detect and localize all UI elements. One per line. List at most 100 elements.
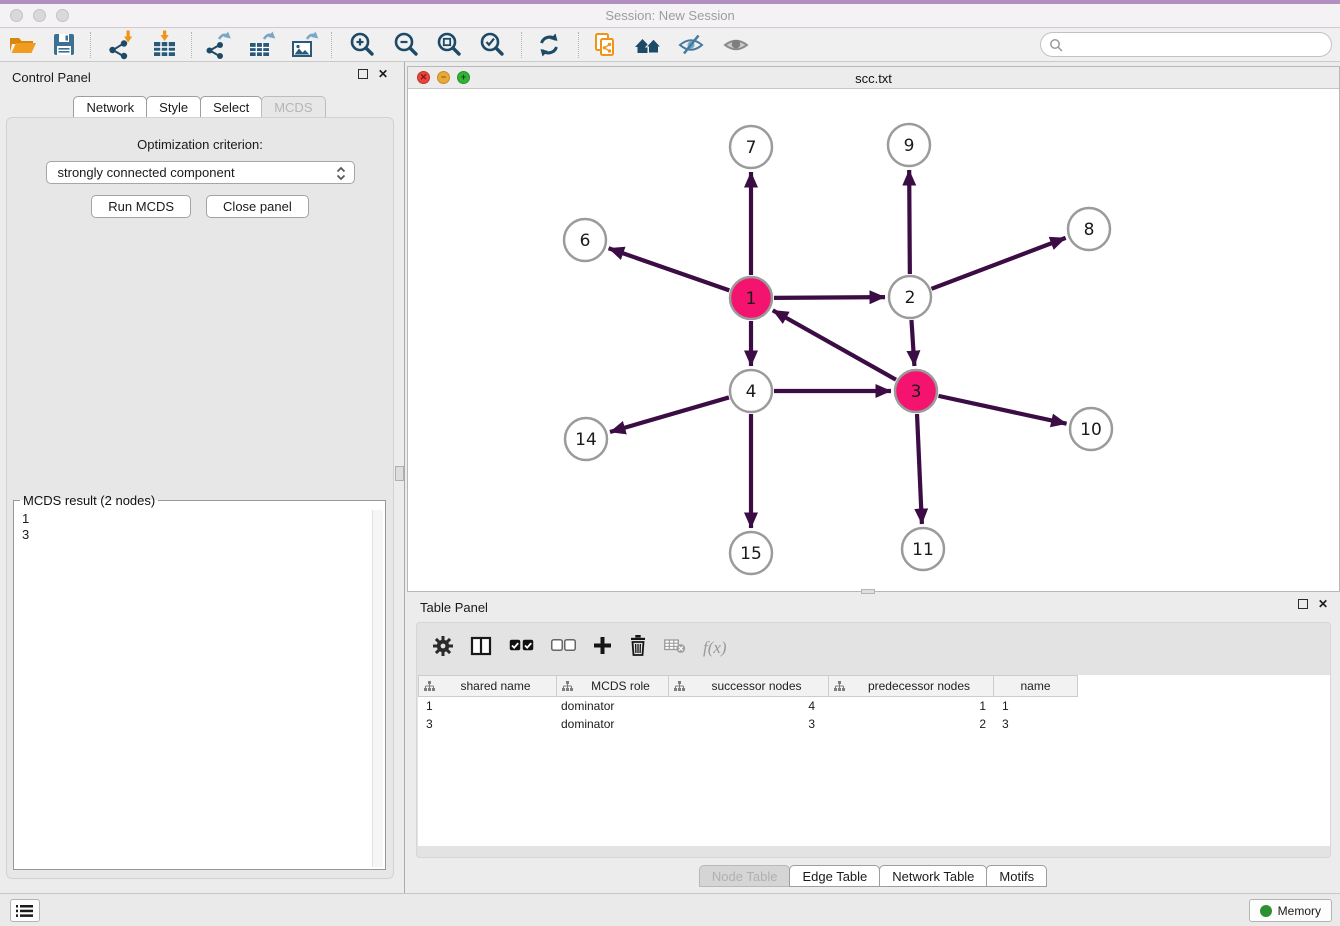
unselect-all-columns-icon[interactable] — [551, 639, 576, 657]
graph-edge-2-8[interactable] — [932, 238, 1066, 289]
float-panel-icon[interactable] — [358, 69, 368, 79]
optimization-criterion-label: Optimization criterion: — [7, 118, 393, 152]
table-settings-gear-icon[interactable] — [433, 636, 453, 661]
column-header-shared-name[interactable]: shared name — [418, 675, 557, 697]
vertical-splitter[interactable] — [404, 62, 405, 893]
cell-successor-nodes[interactable]: 3 — [669, 717, 829, 733]
graph-node-label-14: 14 — [575, 430, 597, 450]
memory-status-icon — [1260, 905, 1272, 917]
app-title: Session: New Session — [0, 8, 1340, 23]
table-row[interactable]: 1 dominator 4 1 1 — [418, 699, 1330, 715]
vertical-splitter-grip[interactable] — [395, 466, 404, 481]
cell-shared-name[interactable]: 3 — [418, 717, 557, 733]
main-toolbar — [0, 28, 1340, 62]
cell-predecessor-nodes[interactable]: 2 — [829, 717, 994, 733]
export-image-icon[interactable] — [288, 30, 322, 60]
open-file-icon[interactable] — [5, 30, 39, 60]
import-network-icon[interactable] — [103, 30, 137, 60]
show-column-panel-icon[interactable] — [470, 636, 492, 661]
tab-style[interactable]: Style — [146, 96, 201, 118]
tab-network-table[interactable]: Network Table — [879, 865, 987, 887]
graph-edge-2-3[interactable] — [911, 320, 914, 366]
control-panel: Control Panel ✕ Network Style Select MCD… — [0, 62, 400, 893]
tab-motifs[interactable]: Motifs — [986, 865, 1047, 887]
mcds-result-title: MCDS result (2 nodes) — [20, 493, 158, 508]
import-table-icon[interactable] — [148, 30, 182, 60]
export-network-icon[interactable] — [201, 30, 235, 60]
task-list-icon — [16, 904, 34, 918]
graph-edge-3-10[interactable] — [938, 396, 1066, 424]
graph-edge-3-11[interactable] — [917, 414, 922, 524]
column-header-predecessor-nodes[interactable]: predecessor nodes — [829, 675, 994, 697]
hide-graphics-details-icon[interactable] — [675, 30, 709, 60]
mcds-panel-body: Optimization criterion: strongly connect… — [6, 117, 394, 879]
application-window: Session: New Session — [0, 0, 1340, 926]
mcds-result-line: 1 — [22, 511, 385, 527]
tab-network[interactable]: Network — [73, 96, 147, 118]
tab-mcds[interactable]: MCDS — [261, 96, 325, 118]
result-scrollbar[interactable] — [372, 510, 383, 867]
cell-mcds-role[interactable]: dominator — [557, 717, 669, 733]
select-all-columns-icon[interactable] — [509, 639, 534, 657]
table-toolbar: f(x) — [433, 634, 727, 662]
refresh-view-icon[interactable] — [532, 30, 566, 60]
graph-edge-1-6[interactable] — [609, 248, 730, 290]
clone-network-icon[interactable] — [588, 30, 622, 60]
graph-edge-1-2[interactable] — [774, 297, 885, 298]
cell-predecessor-nodes[interactable]: 1 — [829, 699, 994, 715]
cell-name[interactable]: 3 — [994, 717, 1078, 733]
graph-edge-4-14[interactable] — [610, 397, 729, 432]
close-table-panel-icon[interactable]: ✕ — [1318, 599, 1328, 609]
graph-node-label-10: 10 — [1080, 420, 1102, 440]
cell-mcds-role[interactable]: dominator — [557, 699, 669, 715]
tab-select[interactable]: Select — [200, 96, 262, 118]
memory-label: Memory — [1278, 904, 1321, 918]
function-builder-icon-disabled: f(x) — [703, 638, 727, 658]
tab-node-table[interactable]: Node Table — [699, 865, 791, 887]
run-mcds-button[interactable]: Run MCDS — [91, 195, 191, 218]
cell-name[interactable]: 1 — [994, 699, 1078, 715]
memory-button[interactable]: Memory — [1249, 899, 1332, 922]
column-header-mcds-role[interactable]: MCDS role — [557, 675, 669, 697]
create-column-plus-icon[interactable] — [593, 636, 612, 660]
search-field[interactable] — [1040, 32, 1332, 57]
zoom-out-icon[interactable] — [389, 30, 423, 60]
graph-node-label-6: 6 — [580, 231, 591, 251]
control-panel-title: Control Panel — [12, 70, 91, 85]
status-bar: Memory — [0, 893, 1340, 926]
tab-edge-table[interactable]: Edge Table — [789, 865, 880, 887]
zoom-selected-icon[interactable] — [475, 30, 509, 60]
graph-node-label-9: 9 — [904, 136, 915, 156]
search-input[interactable] — [1068, 37, 1331, 52]
close-panel-button[interactable]: Close panel — [206, 195, 309, 218]
optimization-criterion-dropdown[interactable]: strongly connected component — [46, 161, 355, 184]
network-window-title: scc.txt — [408, 71, 1339, 86]
show-graphics-details-icon[interactable] — [719, 30, 753, 60]
task-history-button[interactable] — [10, 899, 40, 922]
dropdown-value: strongly connected component — [58, 165, 235, 180]
delete-table-icon-disabled — [664, 637, 686, 659]
cell-successor-nodes[interactable]: 4 — [669, 699, 829, 715]
graph-node-label-1: 1 — [746, 289, 757, 309]
horizontal-splitter-grip[interactable] — [861, 589, 875, 594]
column-type-icon — [834, 681, 845, 692]
network-canvas[interactable]: 7968124314101511 — [408, 89, 1339, 592]
table-row[interactable]: 3 dominator 3 2 3 — [418, 717, 1330, 733]
network-window-titlebar[interactable]: ✕ − + scc.txt — [408, 67, 1339, 89]
column-header-successor-nodes[interactable]: successor nodes — [669, 675, 829, 697]
zoom-fit-icon[interactable] — [432, 30, 466, 60]
float-table-panel-icon[interactable] — [1298, 599, 1308, 609]
table-panel: Table Panel ✕ — [407, 595, 1340, 893]
close-panel-icon[interactable]: ✕ — [378, 69, 388, 79]
graph-edge-2-9[interactable] — [909, 170, 910, 274]
delete-column-trash-icon[interactable] — [629, 635, 647, 661]
export-table-icon[interactable] — [245, 30, 279, 60]
graph-node-label-11: 11 — [912, 540, 934, 560]
cell-shared-name[interactable]: 1 — [418, 699, 557, 715]
network-overview-icon[interactable] — [631, 30, 665, 60]
graph-edge-3-1[interactable] — [773, 310, 896, 379]
zoom-in-icon[interactable] — [345, 30, 379, 60]
column-header-name[interactable]: name — [994, 675, 1078, 697]
graph-node-label-15: 15 — [740, 544, 762, 564]
save-session-icon[interactable] — [47, 30, 81, 60]
